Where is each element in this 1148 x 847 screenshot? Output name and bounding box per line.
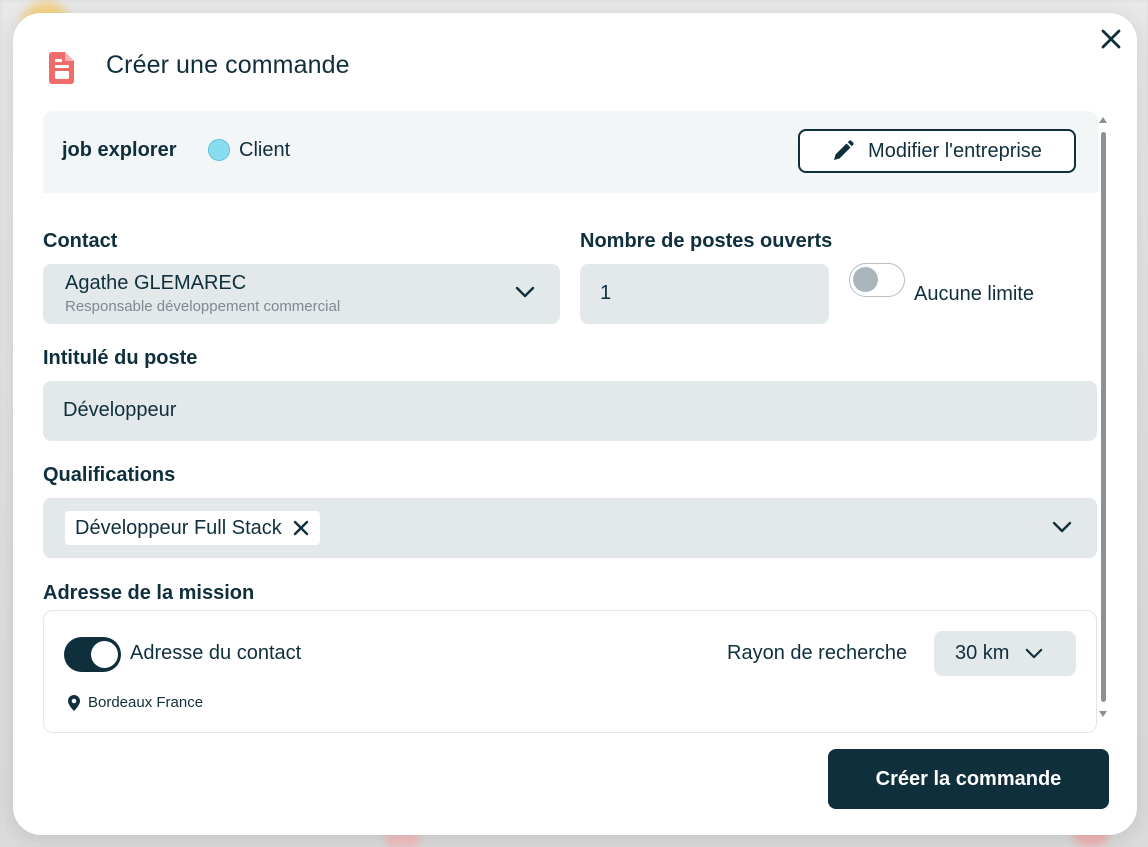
mission-location: Bordeaux France (88, 694, 204, 711)
contact-name: Agathe GLEMAREC (65, 272, 247, 294)
chevron-down-icon (1052, 521, 1072, 533)
location-pin-icon (68, 695, 80, 711)
scroll-thumb[interactable] (1101, 132, 1106, 702)
company-summary: job explorer Client Modifier l'entrepris… (43, 111, 1098, 193)
dialog-body: job explorer Client Modifier l'entrepris… (43, 111, 1098, 733)
qualifications-select[interactable]: Développeur Full Stack (43, 498, 1097, 558)
job-title-value: Développeur (63, 399, 177, 421)
toggle-knob (91, 641, 118, 668)
contact-role: Responsable développement commercial (65, 298, 341, 315)
search-radius-label: Rayon de recherche (727, 642, 908, 664)
edit-company-button[interactable]: Modifier l'entreprise (798, 129, 1076, 173)
close-icon[interactable] (1099, 27, 1123, 51)
toggle-knob (853, 267, 878, 292)
chevron-down-icon (515, 286, 535, 298)
qualifications-label: Qualifications (43, 464, 176, 486)
contact-address-toggle[interactable] (64, 637, 121, 672)
edit-company-label: Modifier l'entreprise (868, 139, 1042, 162)
scroll-down-arrow[interactable] (1099, 711, 1107, 717)
qualification-chip-label: Développeur Full Stack (75, 516, 282, 539)
company-type-label: Client (239, 139, 291, 161)
qualification-chip: Développeur Full Stack (65, 511, 320, 545)
chevron-down-icon (1026, 648, 1043, 659)
pencil-icon (834, 140, 854, 160)
search-radius-value: 30 km (955, 642, 1010, 664)
document-icon (49, 52, 74, 84)
scrollbar[interactable] (1098, 115, 1108, 719)
company-name: job explorer (62, 139, 177, 161)
no-limit-label: Aucune limite (914, 283, 1035, 305)
remove-chip-icon[interactable] (292, 519, 310, 537)
create-order-dialog: Créer une commande job explorer Client M… (13, 13, 1137, 835)
scroll-up-arrow[interactable] (1099, 117, 1107, 123)
search-radius-select[interactable]: 30 km (934, 631, 1076, 676)
openings-value: 1 (600, 282, 612, 304)
job-title-input[interactable]: Développeur (43, 381, 1097, 441)
dialog-title: Créer une commande (106, 51, 350, 79)
contact-address-label: Adresse du contact (130, 642, 302, 664)
mission-address-label: Adresse de la mission (43, 582, 255, 604)
client-status-dot (208, 139, 230, 161)
contact-label: Contact (43, 230, 118, 252)
no-limit-toggle[interactable] (849, 263, 905, 297)
openings-label: Nombre de postes ouverts (580, 230, 833, 252)
contact-select[interactable]: Agathe GLEMAREC Responsable développemen… (43, 264, 560, 324)
openings-input[interactable]: 1 (580, 264, 829, 324)
create-order-button[interactable]: Créer la commande (828, 749, 1109, 809)
job-title-label: Intitulé du poste (43, 347, 198, 369)
mission-address-panel: Adresse du contact Bordeaux France Rayon… (43, 610, 1097, 733)
